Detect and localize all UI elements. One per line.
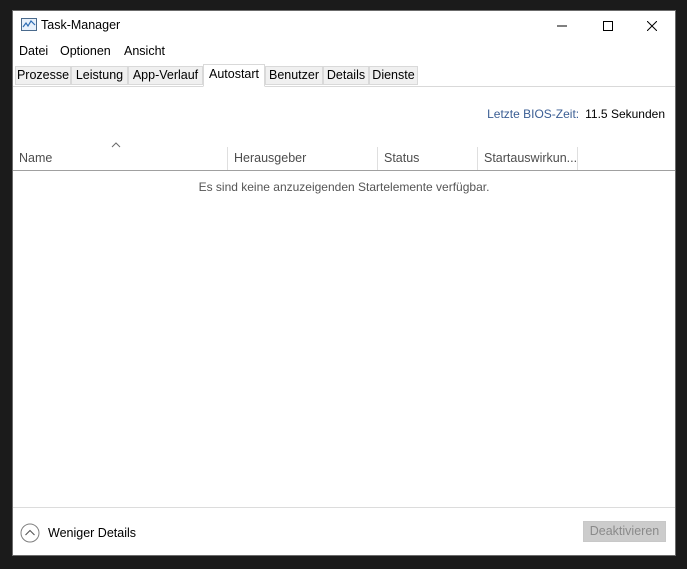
footer-divider	[13, 507, 675, 508]
tab-benutzer[interactable]: Benutzer	[265, 66, 323, 85]
fewer-details-label: Weniger Details	[48, 526, 137, 540]
tab-app-verlauf[interactable]: App-Verlauf	[128, 66, 203, 85]
column-header-startauswirkung[interactable]: Startauswirkun...	[478, 147, 578, 170]
close-button[interactable]	[629, 11, 675, 41]
maximize-button[interactable]	[585, 11, 631, 41]
tab-leistung[interactable]: Leistung	[71, 66, 128, 85]
column-header-status[interactable]: Status	[378, 147, 478, 170]
header-divider	[13, 170, 675, 171]
maximize-icon	[603, 21, 613, 31]
tab-prozesse[interactable]: Prozesse	[15, 66, 71, 85]
bios-time-label: Letzte BIOS-Zeit:	[487, 107, 580, 121]
empty-list-message: Es sind keine anzuzeigenden Startelement…	[198, 180, 490, 194]
deactivate-button[interactable]: Deaktivieren	[583, 521, 666, 542]
close-icon	[647, 21, 657, 31]
menu-ansicht[interactable]: Ansicht	[124, 44, 165, 58]
column-header-herausgeber[interactable]: Herausgeber	[228, 147, 378, 170]
tab-autostart[interactable]: Autostart	[203, 64, 265, 87]
window-title: Task-Manager	[41, 18, 121, 32]
task-manager-icon	[21, 18, 37, 32]
menu-bar: Datei Optionen Ansicht	[13, 42, 675, 62]
title-bar[interactable]: Task-Manager	[13, 11, 675, 41]
column-header-name[interactable]: Name	[13, 147, 228, 170]
fewer-details-toggle[interactable]: Weniger Details	[20, 523, 136, 543]
tab-details[interactable]: Details	[323, 66, 369, 85]
bios-time: Letzte BIOS-Zeit: 11.5 Sekunden	[487, 107, 665, 121]
minimize-icon	[557, 25, 567, 27]
menu-datei[interactable]: Datei	[19, 44, 48, 58]
tab-bar: Prozesse Leistung App-Verlauf Autostart …	[13, 64, 675, 87]
task-manager-window: Task-Manager Datei Optionen Ansicht Proz…	[12, 10, 676, 556]
menu-optionen[interactable]: Optionen	[60, 44, 111, 58]
chevron-up-circle-icon	[20, 523, 40, 543]
tab-dienste[interactable]: Dienste	[369, 66, 418, 85]
bios-time-value: 11.5 Sekunden	[585, 107, 665, 121]
minimize-button[interactable]	[539, 11, 585, 41]
